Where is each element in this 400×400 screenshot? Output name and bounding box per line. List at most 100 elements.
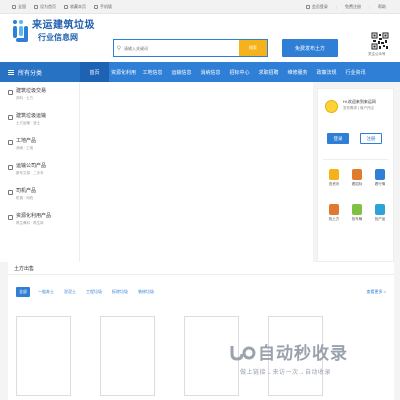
qr-caption: 关注公众号 xyxy=(368,52,386,56)
category-title: 工地产品 xyxy=(16,138,37,144)
nav-tab[interactable]: 资源化利用 xyxy=(109,62,138,82)
filter-tab[interactable]: 拆除垃圾 xyxy=(110,288,130,296)
quick-link-label: 找土方 xyxy=(328,217,340,221)
filter-tab[interactable]: 淤泥土 xyxy=(62,288,78,296)
category-subtitle: 机械 · 司机 xyxy=(16,195,34,200)
header: 来运建筑垃圾 行业信息网 ⚲ 搜索 免费发布土方 关注公众号 xyxy=(0,14,400,62)
quick-link-icon xyxy=(329,204,339,215)
user-icon xyxy=(305,4,310,9)
phone-icon xyxy=(94,4,98,9)
logo-subtitle: 行业信息网 xyxy=(38,32,78,42)
nav-tab[interactable]: 招标中心 xyxy=(225,62,254,82)
banner-area xyxy=(80,82,313,262)
nav-tab[interactable]: 行业资讯 xyxy=(341,62,370,82)
star-icon xyxy=(64,4,68,9)
category-icon xyxy=(8,115,13,120)
section-title: 土方出售 xyxy=(8,262,394,275)
location-icon xyxy=(12,4,16,9)
bookmark-link[interactable]: 收藏本页 xyxy=(64,4,86,10)
topbar-right: 会员登录 | 免费注册 | 帮助 xyxy=(305,4,386,10)
watermark-subtext: 做上链接→来访一次→自动收录 xyxy=(240,370,332,376)
category-title: 建筑垃圾交易 xyxy=(16,88,47,94)
mobile-link[interactable]: 手机版 xyxy=(94,4,112,10)
user-panel: Hi,欢迎来到来运网 发布需求 | 商户开店 登录 注册 查资讯 看招标 看行情 找土… xyxy=(317,88,394,262)
quick-link-icon xyxy=(375,204,385,215)
publish-button[interactable]: 免费发布土方 xyxy=(282,39,338,57)
quick-link-label: 找产品 xyxy=(374,217,386,221)
earth-sale-section: 土方出售 全部 一般弃土 淤泥土 工程垃圾 拆除垃圾 装修垃圾 查看更多 > xyxy=(8,262,394,400)
watermark-text: 自动秒收录 xyxy=(258,344,348,363)
nav-tab[interactable]: 首页 xyxy=(80,62,109,82)
nav-tab[interactable]: 维修服务 xyxy=(283,62,312,82)
quick-link[interactable]: 看行情 xyxy=(370,169,390,187)
quick-link-icon xyxy=(329,169,339,180)
login-link[interactable]: 会员登录 xyxy=(305,4,328,10)
category-sidebar: 建筑垃圾交易 弃料 · 土方 建筑垃圾运输 土方运输 · 渣土 工地产品 消纳 · 工地运… xyxy=(0,82,80,262)
help-link[interactable]: 帮助 xyxy=(378,4,386,10)
nav-tab[interactable]: 运输信息 xyxy=(167,62,196,82)
sidebar-category[interactable]: 建筑垃圾运输 土方运输 · 渣土 xyxy=(8,113,47,125)
category-subtitle: 消纳 · 工地 xyxy=(16,145,34,150)
quick-link-icon xyxy=(375,169,385,180)
category-title: 资源化利用产品 xyxy=(16,213,52,219)
sidebar-category[interactable]: 建筑垃圾交易 弃料 · 土方 xyxy=(8,88,47,100)
register-link[interactable]: 免费注册 xyxy=(345,4,361,10)
region-link[interactable]: 全国 xyxy=(12,4,26,10)
quick-link-icon xyxy=(352,204,362,215)
search-input[interactable] xyxy=(124,40,239,56)
quick-link[interactable]: 看招标 xyxy=(347,169,367,187)
filter-tab[interactable]: 装修垃圾 xyxy=(136,288,156,296)
divider xyxy=(323,159,388,160)
sidebar-category[interactable]: 司机产品 机械 · 司机 xyxy=(8,188,37,200)
product-card[interactable] xyxy=(16,316,71,396)
nav-tab[interactable]: 消纳信息 xyxy=(196,62,225,82)
view-more-link[interactable]: 查看更多 > xyxy=(367,289,386,295)
nav-tabs: 首页 资源化利用 工地信息 运输信息 消纳信息 招标中心 求职招聘 维修服务 政策法规 行业资讯 xyxy=(80,62,400,82)
sidebar-category[interactable]: 运输公司产品 新车交易 · 二手车 xyxy=(8,163,47,175)
main-area: 建筑垃圾交易 弃料 · 土方 建筑垃圾运输 土方运输 · 渣土 工地产品 消纳 · 工地运… xyxy=(0,82,400,262)
filter-tabs: 全部 一般弃土 淤泥土 工程垃圾 拆除垃圾 装修垃圾 xyxy=(16,287,156,297)
quick-link[interactable]: 找车辆 xyxy=(347,204,367,222)
filter-tab[interactable]: 一般弃土 xyxy=(36,288,56,296)
login-button[interactable]: 登录 xyxy=(327,133,349,144)
filter-tab[interactable]: 工程垃圾 xyxy=(84,288,104,296)
category-icon xyxy=(8,190,13,195)
category-title: 建筑垃圾运输 xyxy=(16,113,47,119)
quick-link[interactable]: 查资讯 xyxy=(324,169,344,187)
quick-link-label: 找车辆 xyxy=(351,217,363,221)
category-icon xyxy=(8,140,13,145)
category-icon xyxy=(8,215,13,220)
sidebar-category[interactable]: 工地产品 消纳 · 工地 xyxy=(8,138,37,150)
nav-tab[interactable]: 工地信息 xyxy=(138,62,167,82)
welcome-text: Hi,欢迎来到来运网 xyxy=(343,99,376,104)
filter-tab[interactable]: 全部 xyxy=(16,287,30,297)
quick-link-label: 看招标 xyxy=(351,182,363,186)
qr-code xyxy=(371,32,389,50)
site-logo[interactable]: 来运建筑垃圾 行业信息网 xyxy=(13,18,95,44)
category-icon xyxy=(8,165,13,170)
set-homepage-link[interactable]: 设为首页 xyxy=(34,4,56,10)
divider: | xyxy=(368,4,370,9)
watermark: 自动秒收录 做上链接→来访一次→自动收录 xyxy=(228,339,348,376)
nav-tab[interactable]: 政策法规 xyxy=(312,62,341,82)
nav-tab[interactable]: 求职招聘 xyxy=(254,62,283,82)
category-subtitle: 弃料 · 土方 xyxy=(16,95,34,100)
register-button[interactable]: 注册 xyxy=(360,133,382,144)
product-card[interactable] xyxy=(100,316,155,396)
sidebar-category[interactable]: 资源化利用产品 再生骨料 · 再生砖 xyxy=(8,213,52,225)
category-title: 运输公司产品 xyxy=(16,163,47,169)
quick-link[interactable]: 找产品 xyxy=(370,204,390,222)
avatar xyxy=(325,100,338,113)
quick-link[interactable]: 找土方 xyxy=(324,204,344,222)
quick-link-label: 查资讯 xyxy=(328,182,340,186)
category-subtitle: 土方运输 · 渣土 xyxy=(16,120,41,125)
category-icon xyxy=(8,90,13,95)
category-title: 司机产品 xyxy=(16,188,37,194)
quick-link-label: 看行情 xyxy=(374,182,386,186)
topbar-left: 全国 设为首页 收藏本页 手机版 xyxy=(12,4,112,10)
category-subtitle: 新车交易 · 二手车 xyxy=(16,170,44,175)
home-icon xyxy=(34,4,38,9)
search-box: ⚲ 搜索 xyxy=(113,39,268,57)
search-button[interactable]: 搜索 xyxy=(239,40,267,56)
all-categories-button[interactable]: 所有分类 xyxy=(0,62,80,82)
